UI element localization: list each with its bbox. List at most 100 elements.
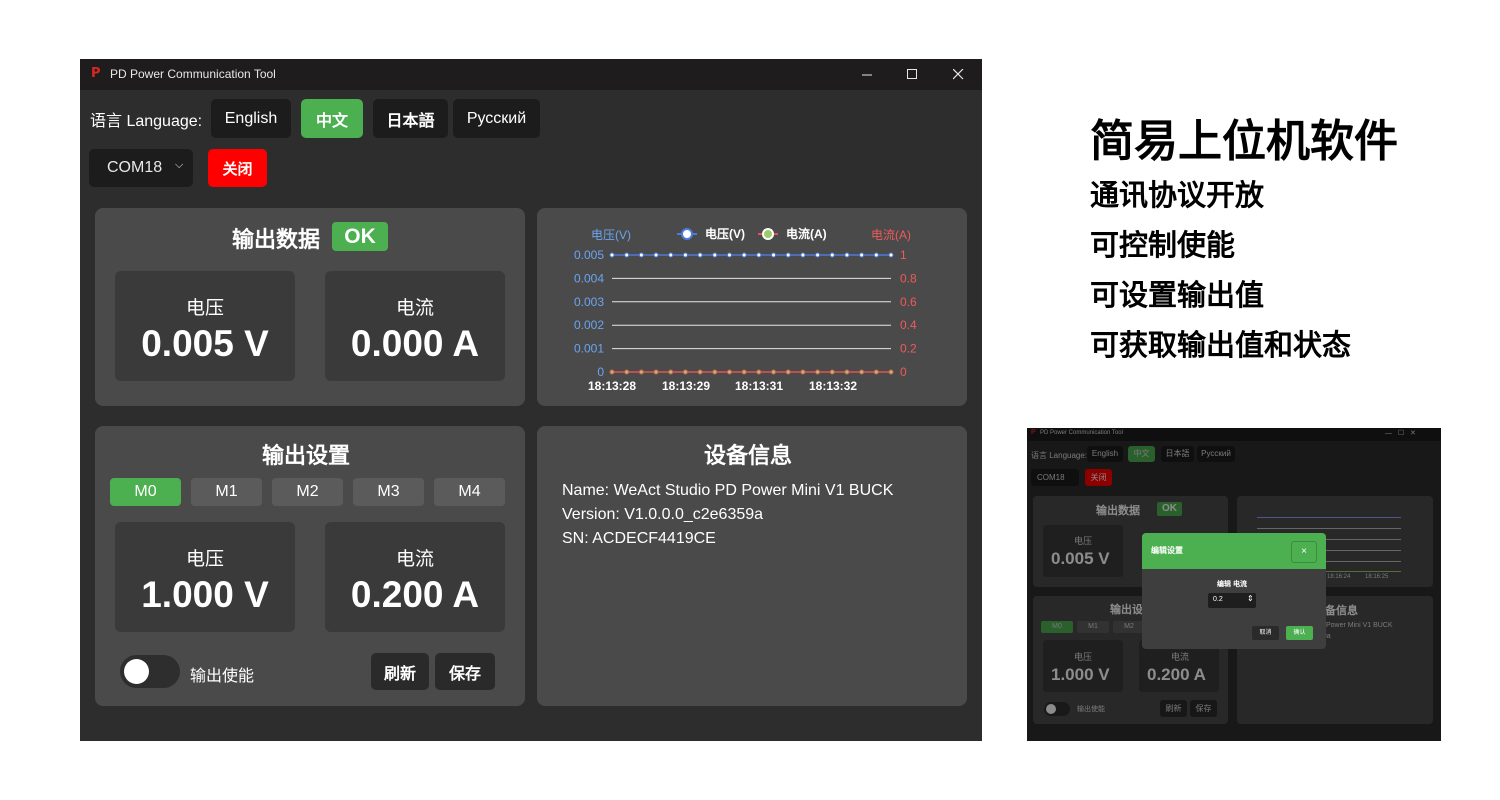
data-point: [638, 369, 644, 375]
feature-item: 可控制使能: [1090, 228, 1236, 262]
data-point: [697, 252, 703, 258]
right-tick-label: 0.4: [900, 318, 917, 332]
app-logo-icon: P: [91, 66, 101, 81]
mode-button-m3[interactable]: M3: [353, 478, 424, 506]
current-value: 0.000 A: [350, 323, 480, 364]
data-point: [697, 369, 703, 375]
right-tick-label: 0: [900, 365, 907, 379]
right-tick-label: 0.8: [900, 271, 917, 285]
left-tick-label: 0: [597, 365, 604, 379]
data-point: [800, 252, 806, 258]
chevron-down-icon: ⌵: [175, 159, 184, 171]
lang-button-japanese[interactable]: 日本語: [373, 99, 448, 138]
toggle-knob: [124, 659, 149, 684]
feature-item: 可获取输出值和状态: [1090, 328, 1352, 362]
port-select[interactable]: COM18 ⌵: [89, 149, 193, 187]
device-version: Version: V1.0.0.0_c2e6359a: [562, 506, 764, 523]
device-name: Name: WeAct Studio PD Power Mini V1 BUCK: [562, 482, 894, 499]
close-icon: [952, 69, 963, 80]
device-info-panel: 设备信息 Name: WeAct Studio PD Power Mini V1…: [537, 426, 967, 706]
data-point: [624, 252, 630, 258]
current-label: 电流: [395, 297, 434, 319]
minimize-button[interactable]: [844, 59, 890, 90]
data-point: [771, 369, 777, 375]
current-card: 电流 0.000 A: [325, 271, 505, 381]
left-tick-label: 0.005: [574, 248, 604, 262]
feature-item: 通讯协议开放: [1090, 178, 1265, 212]
lang-button-russian[interactable]: Русский: [453, 99, 540, 138]
data-point: [668, 369, 674, 375]
mode-button-m2[interactable]: M2: [272, 478, 343, 506]
data-point: [815, 252, 821, 258]
edit-dialog-confirm[interactable]: 确认: [1286, 626, 1313, 640]
refresh-button[interactable]: 刷新: [371, 653, 429, 690]
left-tick-label: 0.002: [574, 318, 604, 332]
app-window: P PD Power Communication Tool 语言 Languag…: [80, 59, 982, 741]
x-tick-label: 18:13:31: [735, 379, 783, 393]
data-point: [668, 252, 674, 258]
output-enable-label: 输出使能: [190, 666, 255, 685]
data-point: [756, 369, 762, 375]
language-label: 语言 Language:: [90, 113, 203, 130]
voltage-current-chart: 电压(V) 电流(A) 电压(V) 电流(A) 0.005 1 0.004 0.8 0.…: [574, 226, 917, 393]
features-title: 简易上位机软件: [1090, 116, 1398, 167]
edit-field-value: 0.2: [1213, 596, 1223, 603]
data-point: [653, 252, 659, 258]
data-point: [624, 369, 630, 375]
set-current-card[interactable]: 电流 0.200 A: [325, 522, 505, 632]
output-settings-panel: 输出设置 M0 M1 M2 M3 M4 电压 1.000 V 电流 0.200 …: [95, 426, 525, 706]
set-current-value: 0.200 A: [350, 574, 480, 615]
left-tick-label: 0.001: [574, 342, 604, 356]
mode-button-m4[interactable]: M4: [434, 478, 505, 506]
output-data-title: 输出数据: [232, 228, 321, 253]
window-title: PD Power Communication Tool: [110, 67, 276, 81]
close-port-button[interactable]: 关闭: [208, 149, 267, 187]
data-point: [682, 252, 688, 258]
set-voltage-card[interactable]: 电压 1.000 V: [115, 522, 295, 632]
data-point: [844, 252, 850, 258]
left-axis-label: 电压(V): [591, 228, 631, 242]
data-point: [815, 369, 821, 375]
set-voltage-label: 电压: [185, 548, 224, 570]
mode-button-m0[interactable]: M0: [110, 478, 181, 506]
data-point: [859, 252, 865, 258]
x-tick-label: 18:13:29: [662, 379, 710, 393]
data-point: [712, 369, 718, 375]
data-point: [638, 252, 644, 258]
data-point: [682, 369, 688, 375]
port-value: COM18: [107, 159, 163, 176]
mode-button-m1[interactable]: M1: [191, 478, 262, 506]
data-point: [829, 369, 835, 375]
data-point: [800, 369, 806, 375]
close-window-button[interactable]: [935, 59, 981, 90]
maximize-button[interactable]: [889, 59, 935, 90]
edit-field-label: 编辑 电流: [1217, 581, 1247, 588]
edit-dialog-cancel[interactable]: 取消: [1252, 626, 1279, 640]
legend-current[interactable]: 电流(A): [758, 226, 827, 241]
lang-button-chinese[interactable]: 中文: [301, 99, 363, 138]
edit-dialog: 编辑设置 × 编辑 电流 0.2 ⇕ 取消 确认: [1142, 533, 1326, 649]
data-point: [859, 369, 865, 375]
voltage-label: 电压: [185, 297, 224, 319]
data-point: [609, 252, 615, 258]
status-badge: OK: [332, 222, 388, 251]
legend-voltage[interactable]: 电压(V): [677, 226, 745, 241]
legend-voltage-label: 电压(V): [705, 226, 745, 241]
output-settings-title: 输出设置: [262, 444, 351, 469]
device-info-title: 设备信息: [704, 444, 793, 469]
output-enable-toggle[interactable]: [120, 655, 180, 688]
device-sn: SN: ACDECF4419CE: [562, 530, 716, 547]
data-point: [888, 252, 894, 258]
data-point: [653, 369, 659, 375]
edit-dialog-close[interactable]: ×: [1291, 541, 1317, 563]
save-button[interactable]: 保存: [435, 653, 495, 690]
right-tick-label: 0.6: [900, 295, 917, 309]
x-tick-label: 18:13:32: [809, 379, 857, 393]
lang-button-english[interactable]: English: [211, 99, 291, 138]
data-point: [844, 369, 850, 375]
data-point: [785, 369, 791, 375]
set-voltage-value: 1.000 V: [141, 574, 269, 615]
x-tick-label: 18:13:28: [588, 379, 636, 393]
data-point: [726, 252, 732, 258]
left-tick-label: 0.003: [574, 295, 604, 309]
